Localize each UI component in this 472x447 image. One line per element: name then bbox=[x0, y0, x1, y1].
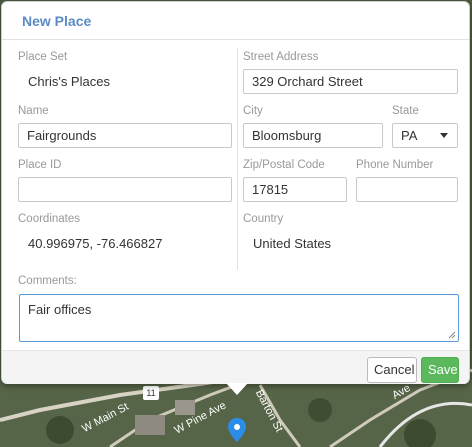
dialog-footer: Cancel Save bbox=[2, 350, 469, 384]
place-set-label: Place Set bbox=[18, 51, 68, 63]
state-selected-value: PA bbox=[401, 128, 418, 143]
name-label: Name bbox=[18, 105, 49, 117]
place-set-value: Chris's Places bbox=[28, 74, 110, 89]
street-address-label: Street Address bbox=[243, 51, 319, 63]
postal-code-label: Zip/Postal Code bbox=[243, 159, 325, 171]
dialog-title: New Place bbox=[22, 13, 92, 29]
chevron-down-icon bbox=[440, 133, 448, 138]
route-shield-icon: 11 bbox=[143, 386, 159, 400]
coordinates-value: 40.996975, -76.466827 bbox=[28, 236, 163, 251]
dialog-pointer bbox=[226, 383, 248, 395]
coordinates-label: Coordinates bbox=[18, 213, 81, 225]
comments-label: Comments: bbox=[18, 275, 77, 287]
city-label: City bbox=[243, 105, 263, 117]
new-place-dialog: New Place Place Set Chris's Places Name … bbox=[1, 1, 470, 384]
map-pin-icon[interactable] bbox=[228, 418, 246, 442]
dialog-header: New Place bbox=[2, 2, 469, 40]
comments-text: Fair offices bbox=[28, 302, 92, 317]
name-input[interactable]: Fairgrounds bbox=[18, 123, 232, 148]
cancel-button[interactable]: Cancel bbox=[367, 357, 417, 383]
column-divider bbox=[237, 48, 238, 270]
resize-handle-icon[interactable] bbox=[448, 331, 456, 339]
street-address-input[interactable]: 329 Orchard Street bbox=[243, 69, 458, 94]
city-input[interactable]: Bloomsburg bbox=[243, 123, 383, 148]
comments-textarea[interactable]: Fair offices bbox=[19, 294, 459, 342]
save-button[interactable]: Save bbox=[421, 357, 459, 383]
postal-code-input[interactable]: 17815 bbox=[243, 177, 347, 202]
state-label: State bbox=[392, 105, 419, 117]
place-id-input[interactable] bbox=[18, 177, 232, 202]
country-label: Country bbox=[243, 213, 284, 225]
phone-label: Phone Number bbox=[356, 159, 434, 171]
phone-input[interactable] bbox=[356, 177, 458, 202]
state-select[interactable]: PA bbox=[392, 123, 458, 148]
place-id-label: Place ID bbox=[18, 159, 62, 171]
country-value: United States bbox=[253, 236, 332, 251]
